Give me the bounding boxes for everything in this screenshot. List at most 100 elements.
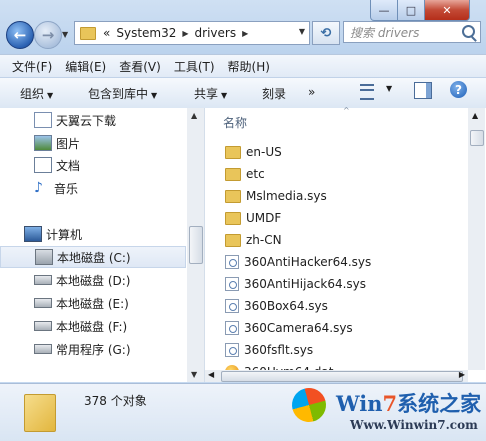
file-item[interactable]: 360Box64.sys xyxy=(225,295,328,317)
help-icon[interactable]: ? xyxy=(450,81,467,98)
nav-item-documents[interactable]: 文档 xyxy=(0,154,186,176)
recent-pages-dropdown[interactable]: ▼ xyxy=(62,30,68,39)
scroll-right-icon[interactable]: ▶ xyxy=(459,370,465,379)
nav-item-cloud-download[interactable]: 天翼云下载 xyxy=(0,109,186,131)
chevron-right-icon[interactable]: ▶ xyxy=(242,29,248,38)
file-item[interactable]: UMDF xyxy=(225,207,281,229)
nav-item-drive-f[interactable]: 本地磁盘 (F:) xyxy=(0,315,186,337)
address-bar[interactable]: « System32 ▶ drivers ▶ ▼ xyxy=(74,21,310,45)
file-name: 360Box64.sys xyxy=(244,299,328,313)
system-file-icon xyxy=(225,277,239,291)
folder-icon xyxy=(24,394,56,432)
address-segment-system32[interactable]: System32 xyxy=(116,26,176,40)
include-label: 包含到库中 xyxy=(88,87,149,101)
chevron-right-icon[interactable]: ▶ xyxy=(182,29,188,38)
close-button[interactable]: ✕ xyxy=(424,0,470,21)
arrow-right-icon: → xyxy=(41,26,55,44)
file-list: ^ 名称 en-US etc Mslmedia.sys UMDF zh-CN 360Ant… xyxy=(205,106,486,382)
preview-pane-icon[interactable] xyxy=(414,82,432,99)
search-placeholder: 搜索 drivers xyxy=(350,25,420,40)
back-button[interactable]: ← xyxy=(6,21,34,49)
file-name: 360fsflt.sys xyxy=(244,343,314,357)
organize-label: 组织 xyxy=(20,87,45,101)
nav-item-label: 本地磁盘 (F:) xyxy=(56,319,128,334)
column-header-name[interactable]: 名称 xyxy=(223,114,247,131)
horizontal-scroll-thumb[interactable] xyxy=(221,371,463,382)
nav-item-label: 计算机 xyxy=(46,227,83,242)
scroll-up-icon[interactable]: ▲ xyxy=(472,111,478,120)
file-name: en-US xyxy=(246,145,282,159)
menu-file[interactable]: 文件(F) xyxy=(12,58,52,75)
file-name: UMDF xyxy=(246,211,282,225)
system-file-icon xyxy=(225,255,239,269)
address-segment-drivers[interactable]: drivers xyxy=(195,26,237,40)
drive-icon xyxy=(34,298,52,308)
file-item[interactable]: 360AntiHijack64.sys xyxy=(225,273,366,295)
file-item[interactable]: Mslmedia.sys xyxy=(225,185,327,207)
chevron-down-icon: ▼ xyxy=(62,30,69,39)
documents-icon xyxy=(34,157,52,173)
system-file-icon xyxy=(225,343,239,357)
nav-item-pictures[interactable]: 图片 xyxy=(0,132,186,154)
burn-label: 刻录 xyxy=(262,87,287,101)
include-in-library-button[interactable]: 包含到库中 ▼ xyxy=(88,85,157,102)
address-root-chevron[interactable]: « xyxy=(103,26,110,40)
scroll-left-icon[interactable]: ◀ xyxy=(208,370,214,379)
nav-item-drive-c[interactable]: 本地磁盘 (C:) xyxy=(0,246,186,268)
file-name: 360AntiHacker64.sys xyxy=(244,255,372,269)
maximize-button[interactable]: □ xyxy=(397,0,425,21)
nav-item-label: 本地磁盘 (E:) xyxy=(56,296,129,311)
drive-icon xyxy=(34,321,52,331)
nav-item-label: 本地磁盘 (C:) xyxy=(57,250,131,265)
nav-scroll-thumb[interactable] xyxy=(189,226,203,264)
view-dropdown-icon[interactable]: ▼ xyxy=(386,84,392,93)
nav-item-drive-d[interactable]: 本地磁盘 (D:) xyxy=(0,269,186,291)
scroll-down-icon[interactable]: ▼ xyxy=(191,370,197,379)
share-button[interactable]: 共享 ▼ xyxy=(194,85,227,102)
forward-button[interactable]: → xyxy=(34,21,62,49)
burn-button[interactable]: 刻录 xyxy=(262,85,286,102)
file-item[interactable]: zh-CN xyxy=(225,229,282,251)
watermark-title: Win7系统之家 xyxy=(336,388,481,418)
nav-item-computer[interactable]: 计算机 xyxy=(0,223,186,245)
file-scroll-thumb[interactable] xyxy=(470,130,484,146)
chevron-down-icon: ▼ xyxy=(47,91,54,100)
refresh-button[interactable]: ⟲ xyxy=(312,21,340,45)
menu-edit[interactable]: 编辑(E) xyxy=(65,58,106,75)
organize-button[interactable]: 组织 ▼ xyxy=(20,85,53,102)
menu-help[interactable]: 帮助(H) xyxy=(228,58,270,75)
view-options-icon[interactable] xyxy=(360,84,374,100)
scroll-up-icon[interactable]: ▲ xyxy=(191,111,197,120)
windows-logo-icon xyxy=(288,384,330,426)
nav-item-drive-g[interactable]: 常用程序 (G:) xyxy=(0,338,186,360)
nav-item-music[interactable]: ♪ 音乐 xyxy=(0,177,186,199)
system-drive-icon xyxy=(35,249,53,265)
file-item[interactable]: etc xyxy=(225,163,265,185)
file-name: Mslmedia.sys xyxy=(246,189,327,203)
menu-tools[interactable]: 工具(T) xyxy=(174,58,215,75)
file-item[interactable]: 360AntiHacker64.sys xyxy=(225,251,371,273)
folder-icon xyxy=(80,26,96,40)
search-icon[interactable] xyxy=(462,25,475,38)
nav-scrollbar[interactable]: ▲ ▼ xyxy=(187,108,204,382)
folder-icon xyxy=(225,233,241,247)
file-list-scrollbar[interactable]: ▲ xyxy=(468,108,485,370)
refresh-icon: ⟲ xyxy=(320,25,332,41)
file-item[interactable]: en-US xyxy=(225,141,282,163)
computer-icon xyxy=(24,226,42,242)
horizontal-scrollbar[interactable]: ◀ ▶ xyxy=(205,370,468,382)
music-icon: ♪ xyxy=(34,180,43,196)
nav-item-drive-e[interactable]: 本地磁盘 (E:) xyxy=(0,292,186,314)
address-dropdown-icon[interactable]: ▼ xyxy=(299,27,305,36)
file-item[interactable]: 360Camera64.sys xyxy=(225,317,353,339)
menu-view[interactable]: 查看(V) xyxy=(119,58,161,75)
navigation-pane: 天翼云下载 图片 文档 ♪ 音乐 计算机 本地磁盘 (C:) 本地磁盘 (D:) xyxy=(0,108,205,382)
file-item[interactable]: 360fsflt.sys xyxy=(225,339,313,361)
search-input[interactable]: 搜索 drivers xyxy=(343,21,481,43)
more-commands-button[interactable]: » xyxy=(308,85,315,99)
more-label: » xyxy=(308,85,316,99)
folder-icon xyxy=(225,211,241,225)
minimize-button[interactable]: — xyxy=(370,0,398,21)
watermark-brand-b: 系统之家 xyxy=(397,391,482,416)
nav-item-label: 天翼云下载 xyxy=(56,113,117,128)
